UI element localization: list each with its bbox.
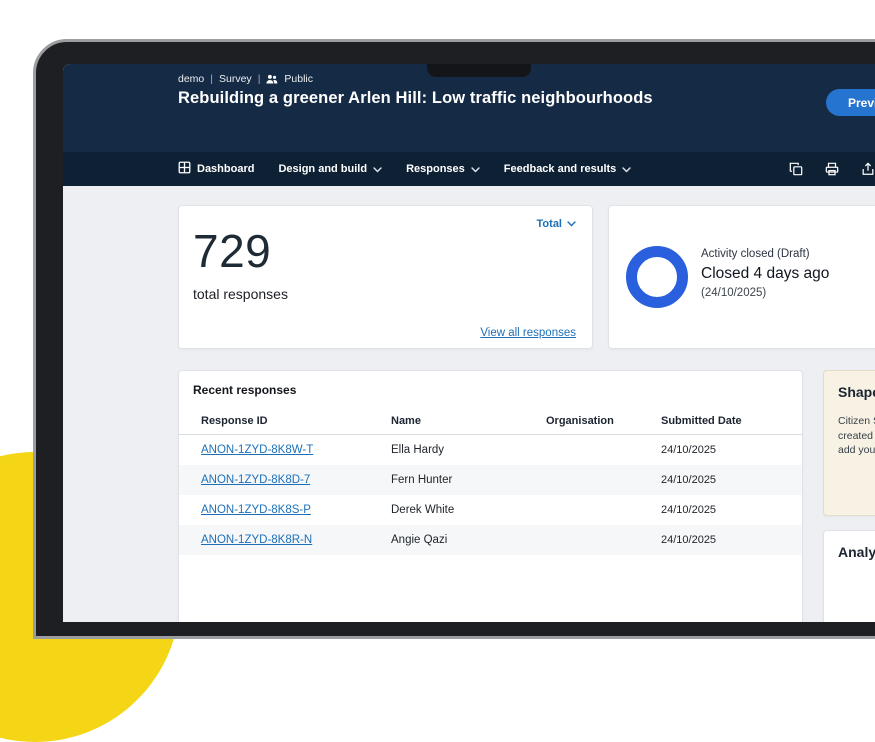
activity-donut-chart — [626, 246, 688, 308]
laptop-camera-notch — [427, 64, 531, 77]
nav-item-label: Feedback and results — [503, 163, 617, 175]
nav-item-label: Responses — [406, 163, 465, 175]
app-screen: demo | Survey | Public Rebuilding a gree… — [63, 64, 875, 622]
table-header-row: Response ID Name Organisation Submitted … — [179, 407, 802, 435]
grid-icon — [178, 161, 191, 177]
people-icon — [266, 74, 278, 84]
shape-card-body-line: Citizen S — [838, 415, 875, 427]
nav-item-dashboard[interactable]: Dashboard — [178, 161, 254, 177]
nav-item-design-and-build[interactable]: Design and build — [278, 163, 382, 175]
breadcrumb-type: Survey — [219, 73, 252, 85]
total-filter-dropdown[interactable]: Total — [537, 218, 576, 230]
nav-item-label: Design and build — [278, 163, 368, 175]
table-row: ANON-1ZYD-8K8R-N Angie Qazi 24/10/2025 — [179, 525, 802, 555]
nav-item-responses[interactable]: Responses — [406, 163, 480, 175]
nav-item-label: Dashboard — [197, 163, 255, 175]
view-all-responses-link[interactable]: View all responses — [480, 327, 576, 339]
activity-closed-line: Closed 4 days ago — [701, 265, 830, 282]
copy-icon[interactable] — [789, 162, 803, 176]
column-header-submitted-date: Submitted Date — [661, 414, 742, 427]
column-header-response-id: Response ID — [201, 414, 268, 427]
response-date: 24/10/2025 — [661, 504, 717, 516]
chevron-down-icon — [622, 166, 631, 173]
nav-action-icons — [789, 152, 875, 186]
response-name: Ella Hardy — [391, 444, 445, 456]
chevron-down-icon — [373, 166, 382, 173]
column-header-name: Name — [391, 414, 421, 427]
app-header: demo | Survey | Public Rebuilding a gree… — [63, 64, 875, 152]
breadcrumb-project: demo — [178, 73, 205, 85]
shape-card-title: Shape — [838, 384, 875, 400]
breadcrumb-separator: | — [257, 73, 261, 85]
table-row: ANON-1ZYD-8K8D-7 Fern Hunter 24/10/2025 — [179, 465, 802, 495]
table-row: ANON-1ZYD-8K8S-P Derek White 24/10/2025 — [179, 495, 802, 525]
analyse-card-title: Analyse — [838, 544, 875, 560]
response-id-link[interactable]: ANON-1ZYD-8K8S-P — [201, 504, 311, 516]
response-name: Angie Qazi — [391, 534, 448, 546]
response-id-link[interactable]: ANON-1ZYD-8K8W-T — [201, 444, 313, 456]
print-icon[interactable] — [825, 162, 839, 176]
shape-card-body-line: add you — [838, 444, 875, 456]
column-header-organisation: Organisation — [546, 414, 614, 427]
total-filter-label: Total — [536, 218, 562, 230]
shape-card-body: Citizen S created add you — [824, 400, 875, 458]
breadcrumb-visibility: Public — [284, 73, 314, 85]
nav-item-feedback-and-results[interactable]: Feedback and results — [504, 163, 632, 175]
analyse-promo-card[interactable]: Analyse — [823, 530, 875, 622]
table-row: ANON-1ZYD-8K8W-T Ella Hardy 24/10/2025 — [179, 435, 802, 465]
activity-status-card: Activity closed (Draft) Closed 4 days ag… — [608, 205, 875, 349]
response-name: Derek White — [391, 504, 455, 516]
response-id-link[interactable]: ANON-1ZYD-8K8R-N — [201, 534, 312, 546]
total-responses-count: 729 — [193, 225, 272, 277]
main-nav: Dashboard Design and build Responses Fee… — [63, 152, 875, 186]
chevron-down-icon — [471, 166, 480, 173]
response-name: Fern Hunter — [391, 474, 453, 486]
responses-table: Response ID Name Organisation Submitted … — [179, 407, 802, 555]
response-date: 24/10/2025 — [661, 474, 717, 486]
response-date: 24/10/2025 — [661, 534, 717, 546]
recent-responses-title: Recent responses — [193, 383, 297, 397]
total-responses-card: Total 729 total responses View all respo… — [178, 205, 593, 349]
export-icon[interactable] — [861, 162, 875, 176]
total-responses-label: total responses — [193, 286, 288, 302]
laptop-bezel: demo | Survey | Public Rebuilding a gree… — [33, 39, 875, 639]
preview-button[interactable]: Preview — [826, 89, 875, 116]
activity-text: Activity closed (Draft) Closed 4 days ag… — [701, 246, 829, 302]
breadcrumb-separator: | — [210, 73, 213, 85]
recent-responses-card: Recent responses Response ID Name Organi… — [178, 370, 803, 622]
activity-status-line: Activity closed (Draft) — [701, 248, 810, 260]
shape-promo-card[interactable]: Shape Citizen S created add you — [823, 370, 875, 516]
activity-date-line: (24/10/2025) — [701, 287, 767, 299]
response-date: 24/10/2025 — [661, 444, 717, 456]
breadcrumb: demo | Survey | Public — [178, 73, 313, 85]
response-id-link[interactable]: ANON-1ZYD-8K8D-7 — [201, 474, 310, 486]
page-title: Rebuilding a greener Arlen Hill: Low tra… — [178, 89, 653, 107]
shape-card-body-line: created — [838, 429, 874, 442]
chevron-down-icon — [567, 218, 576, 230]
